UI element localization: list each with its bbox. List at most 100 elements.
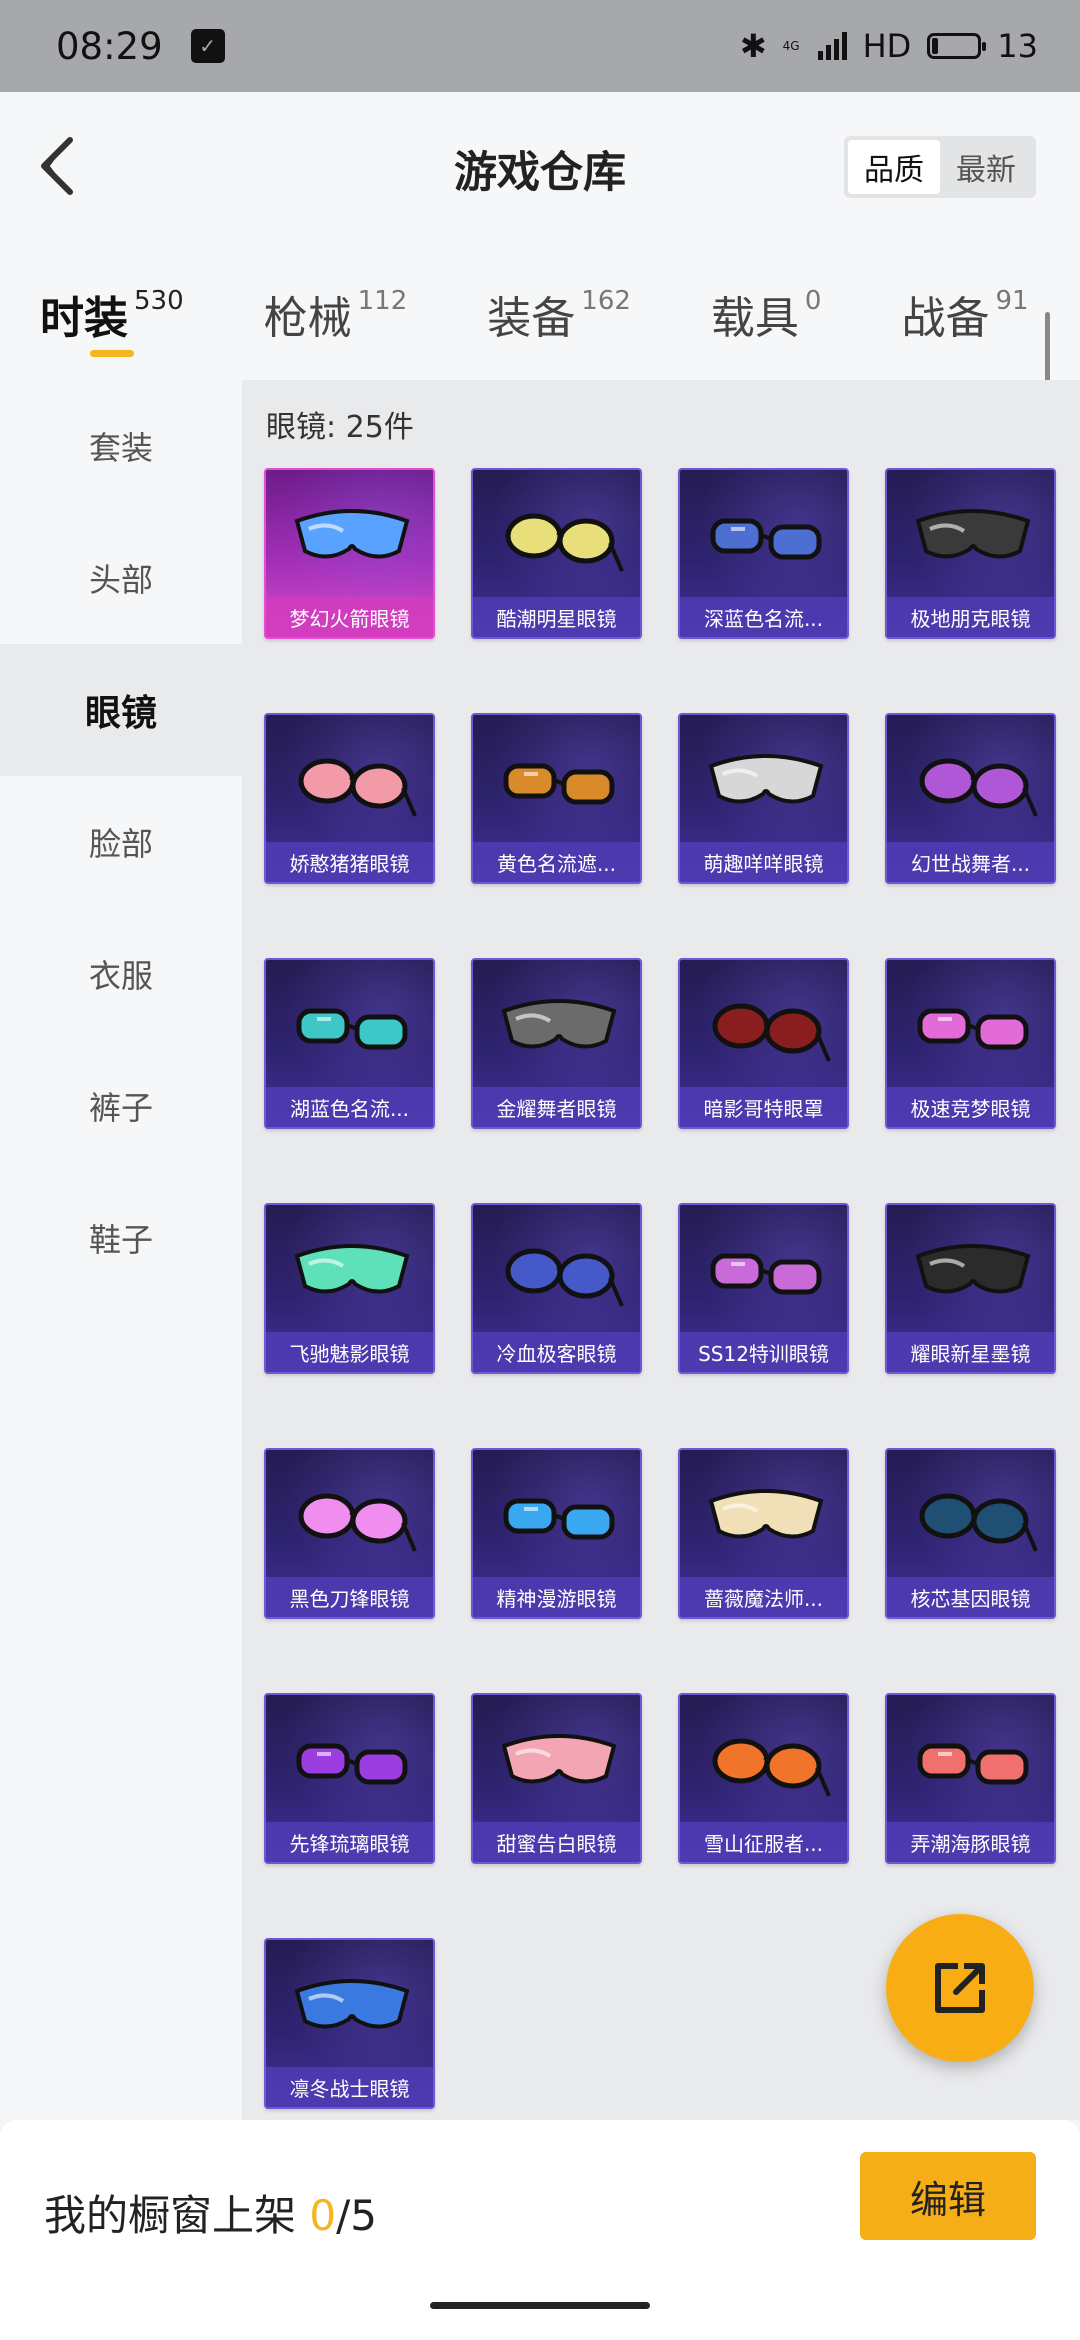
glasses-icon	[266, 1450, 433, 1581]
item-card[interactable]: 幻世战舞者...	[885, 713, 1056, 884]
hd-label: HD	[862, 27, 912, 65]
item-name: 湖蓝色名流...	[266, 1087, 433, 1127]
item-card[interactable]: 金耀舞者眼镜	[471, 958, 642, 1129]
item-name: 梦幻火箭眼镜	[266, 597, 433, 637]
glasses-icon	[473, 470, 640, 601]
item-card[interactable]: 萌趣咩咩眼镜	[678, 713, 849, 884]
item-card[interactable]: 核芯基因眼镜	[885, 1448, 1056, 1619]
tab-guns[interactable]: 枪械 112	[264, 242, 408, 380]
edit-button[interactable]: 编辑	[860, 2152, 1036, 2240]
item-card[interactable]: 酷潮明星眼镜	[471, 468, 642, 639]
item-name: 冷血极客眼镜	[473, 1332, 640, 1372]
item-card[interactable]: 娇憨猪猪眼镜	[264, 713, 435, 884]
item-card[interactable]: 先锋琉璃眼镜	[264, 1693, 435, 1864]
item-card[interactable]: 蔷薇魔法师...	[678, 1448, 849, 1619]
glasses-icon	[680, 715, 847, 846]
item-card[interactable]: 极地朋克眼镜	[885, 468, 1056, 639]
item-card[interactable]: 精神漫游眼镜	[471, 1448, 642, 1619]
item-card[interactable]: 耀眼新星墨镜	[885, 1203, 1056, 1374]
glasses-icon	[680, 960, 847, 1091]
item-card[interactable]: 甜蜜告白眼镜	[471, 1693, 642, 1864]
glasses-icon	[266, 715, 433, 846]
item-card[interactable]: 暗影哥特眼罩	[678, 958, 849, 1129]
item-card[interactable]: 梦幻火箭眼镜	[264, 468, 435, 639]
signal-icon	[817, 32, 847, 60]
tab-label: 载具	[710, 293, 799, 344]
sidebar-item-face[interactable]: 脸部	[0, 776, 242, 908]
sidebar-item-suits[interactable]: 套装	[0, 380, 242, 512]
item-card[interactable]: 黄色名流遮...	[471, 713, 642, 884]
item-name: 核芯基因眼镜	[887, 1577, 1054, 1617]
battery-level: 13	[997, 27, 1038, 65]
item-name: 萌趣咩咩眼镜	[680, 842, 847, 882]
sort-quality-button[interactable]: 品质	[848, 140, 940, 194]
item-name: 飞驰魅影眼镜	[266, 1332, 433, 1372]
glasses-icon	[680, 1695, 847, 1826]
item-card[interactable]: 极速竞梦眼镜	[885, 958, 1056, 1129]
sidebar-item-head[interactable]: 头部	[0, 512, 242, 644]
tab-vehicles[interactable]: 载具 0	[711, 242, 822, 380]
sort-newest-button[interactable]: 最新	[940, 140, 1032, 194]
item-name: 凛冬战士眼镜	[266, 2067, 433, 2107]
glasses-icon	[266, 1205, 433, 1336]
item-name: 甜蜜告白眼镜	[473, 1822, 640, 1862]
share-button[interactable]	[886, 1914, 1034, 2062]
item-card[interactable]: 雪山征服者...	[678, 1693, 849, 1864]
glasses-icon	[266, 470, 433, 601]
item-card[interactable]: 黑色刀锋眼镜	[264, 1448, 435, 1619]
glasses-icon	[473, 1695, 640, 1826]
showcase-label: 我的橱窗上架	[44, 2191, 297, 2240]
glasses-icon	[680, 1205, 847, 1336]
category-tabs: 时装 530 枪械 112 装备 162 载具 0 战备 91	[0, 242, 1080, 380]
item-card[interactable]: 弄潮海豚眼镜	[885, 1693, 1056, 1864]
bluetooth-icon: ✱	[739, 27, 767, 65]
item-card[interactable]: 湖蓝色名流...	[264, 958, 435, 1129]
sidebar-item-glasses[interactable]: 眼镜	[0, 644, 242, 776]
sidebar-item-shoes[interactable]: 鞋子	[0, 1172, 242, 1304]
item-name: 暗影哥特眼罩	[680, 1087, 847, 1127]
notification-icon: ✓	[190, 29, 225, 63]
sort-toggle: 品质 最新	[844, 136, 1036, 198]
glasses-icon	[887, 1205, 1054, 1336]
tab-supplies[interactable]: 战备 91	[901, 242, 1028, 380]
active-tab-indicator	[90, 350, 134, 357]
item-name: 弄潮海豚眼镜	[887, 1822, 1054, 1862]
tab-count: 530	[134, 286, 184, 316]
item-grid: 梦幻火箭眼镜 酷潮明星眼镜 深蓝色名流... 极地朋克眼镜 娇憨猪猪眼镜 黄色名…	[264, 468, 1056, 2109]
sidebar: 套装 头部 眼镜 脸部 衣服 裤子 鞋子	[0, 380, 242, 2120]
tab-count: 0	[804, 286, 822, 316]
glasses-icon	[680, 470, 847, 601]
item-name: 蔷薇魔法师...	[680, 1577, 847, 1617]
tab-fashion[interactable]: 时装 530	[40, 242, 184, 380]
item-card[interactable]: 飞驰魅影眼镜	[264, 1203, 435, 1374]
item-name: 金耀舞者眼镜	[473, 1087, 640, 1127]
tab-label: 装备	[487, 293, 576, 344]
showcase-current: 0	[309, 2191, 337, 2240]
item-card[interactable]: SS12特训眼镜	[678, 1203, 849, 1374]
item-name: 幻世战舞者...	[887, 842, 1054, 882]
share-icon	[935, 1963, 985, 2013]
item-card[interactable]: 深蓝色名流...	[678, 468, 849, 639]
item-name: 黑色刀锋眼镜	[266, 1577, 433, 1617]
section-title: 眼镜: 25件	[266, 410, 414, 445]
sidebar-item-pants[interactable]: 裤子	[0, 1040, 242, 1172]
item-card[interactable]: 凛冬战士眼镜	[264, 1938, 435, 2109]
glasses-icon	[887, 470, 1054, 601]
tab-equipment[interactable]: 装备 162	[487, 242, 631, 380]
tab-label: 时装	[40, 293, 128, 344]
glasses-icon	[887, 960, 1054, 1091]
item-content: 眼镜: 25件 梦幻火箭眼镜 酷潮明星眼镜 深蓝色名流... 极地朋克眼镜 娇憨…	[242, 380, 1080, 2120]
home-indicator[interactable]	[430, 2302, 650, 2309]
sidebar-item-clothes[interactable]: 衣服	[0, 908, 242, 1040]
glasses-icon	[680, 1450, 847, 1581]
tab-count: 112	[357, 286, 408, 316]
item-name: 深蓝色名流...	[680, 597, 847, 637]
glasses-icon	[473, 1450, 640, 1581]
item-card[interactable]: 冷血极客眼镜	[471, 1203, 642, 1374]
status-time: 08:29	[56, 24, 163, 68]
glasses-icon	[887, 1450, 1054, 1581]
status-bar: 08:29 ✓ ✱ 4G HD 13	[0, 0, 1080, 92]
header: 游戏仓库 品质 最新	[0, 92, 1080, 242]
item-name: 耀眼新星墨镜	[887, 1332, 1054, 1372]
glasses-icon	[266, 960, 433, 1091]
